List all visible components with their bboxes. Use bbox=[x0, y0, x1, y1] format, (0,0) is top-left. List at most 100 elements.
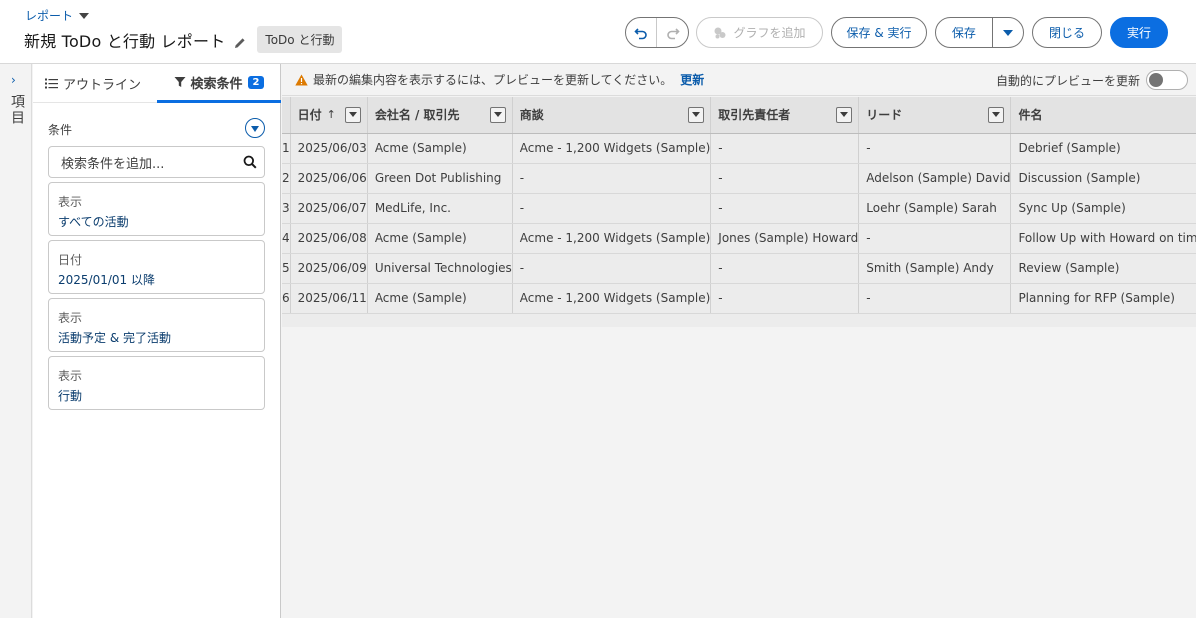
table-cell: Adelson (Sample) David bbox=[858, 163, 1012, 194]
filter-search-placeholder: 検索条件を追加... bbox=[61, 156, 165, 172]
save-button[interactable]: 保存 bbox=[936, 18, 993, 47]
report-preview: 最新の編集内容を表示するには、プレビューを更新してください。 更新 自動的にプレ… bbox=[282, 64, 1196, 618]
column-menu-button[interactable] bbox=[836, 106, 853, 123]
table-cell: 2025/06/11 bbox=[290, 283, 368, 314]
redo-icon bbox=[666, 27, 680, 39]
chevron-down-icon bbox=[348, 112, 357, 118]
chevron-down-icon bbox=[251, 126, 259, 132]
chevron-down-icon bbox=[493, 112, 502, 118]
table-cell: Discussion (Sample) bbox=[1010, 163, 1196, 194]
filter-card-value: 2025/01/01 以降 bbox=[58, 273, 155, 287]
column-menu-button[interactable] bbox=[688, 106, 705, 123]
fields-rail-label[interactable]: 項目 bbox=[7, 94, 27, 126]
redo-button[interactable] bbox=[657, 18, 688, 47]
table-cell: - bbox=[710, 193, 860, 224]
chevron-down-icon bbox=[840, 112, 849, 118]
panel-tabs: アウトライン 検索条件 2 bbox=[33, 64, 281, 103]
table-cell: - bbox=[858, 283, 1012, 314]
filter-card[interactable]: 日付 2025/01/01 以降 bbox=[48, 240, 265, 294]
tab-outline-label: アウトライン bbox=[63, 78, 142, 93]
table-cell: 2025/06/03 bbox=[290, 133, 368, 164]
column-header-contact[interactable]: 取引先責任者 bbox=[710, 97, 860, 134]
column-menu-button[interactable] bbox=[988, 106, 1005, 123]
notice-message: 最新の編集内容を表示するには、プレビューを更新してください。 bbox=[313, 73, 673, 87]
table-row[interactable]: 1 2025/06/03 Acme (Sample) Acme - 1,200 Wid… bbox=[282, 133, 1196, 164]
search-icon[interactable] bbox=[243, 155, 257, 169]
column-header-opportunity[interactable]: 商談 bbox=[512, 97, 712, 134]
chevron-down-icon bbox=[992, 112, 1001, 118]
filters-panel: アウトライン 検索条件 2 条件 検索条件を追加... 表示 すべての活動 日付… bbox=[33, 64, 281, 618]
column-header-label: 件名 bbox=[1018, 108, 1043, 123]
filter-card-key: 表示 bbox=[58, 369, 83, 383]
filter-card-key: 表示 bbox=[58, 195, 83, 209]
tab-outline[interactable]: アウトライン bbox=[45, 64, 157, 103]
auto-preview-toggle[interactable] bbox=[1146, 70, 1188, 90]
breadcrumb[interactable]: レポート bbox=[25, 7, 90, 24]
close-button[interactable]: 閉じる bbox=[1032, 17, 1102, 48]
column-header-date[interactable]: 日付 ↑ bbox=[290, 97, 368, 134]
table-cell: MedLife, Inc. bbox=[367, 193, 513, 224]
column-header-lead[interactable]: リード bbox=[858, 97, 1012, 134]
filter-search-input[interactable]: 検索条件を追加... bbox=[48, 146, 265, 178]
row-number: 3 bbox=[282, 193, 291, 224]
row-number-header bbox=[282, 97, 291, 134]
table-row[interactable]: 5 2025/06/09 Universal Technologies - - Smith… bbox=[282, 253, 1196, 284]
undo-button[interactable] bbox=[626, 18, 658, 47]
add-chart-button[interactable]: グラフを追加 bbox=[696, 17, 823, 48]
chevron-down-icon[interactable] bbox=[79, 12, 90, 19]
conditions-label: 条件 bbox=[48, 123, 73, 137]
table-cell: Universal Technologies bbox=[367, 253, 513, 284]
auto-preview-label: 自動的にプレビューを更新 bbox=[995, 74, 1140, 88]
sort-ascending-icon[interactable]: ↑ bbox=[327, 108, 336, 121]
row-number: 2 bbox=[282, 163, 291, 194]
filter-card[interactable]: 表示 活動予定 & 完了活動 bbox=[48, 298, 265, 352]
filter-icon bbox=[174, 77, 185, 87]
save-and-run-button[interactable]: 保存 & 実行 bbox=[831, 17, 927, 48]
table-row[interactable]: 6 2025/06/11 Acme (Sample) Acme - 1,200 Wid… bbox=[282, 283, 1196, 314]
column-header-label: 取引先責任者 bbox=[718, 108, 791, 123]
table-cell: Acme (Sample) bbox=[367, 283, 513, 314]
save-menu-button[interactable] bbox=[993, 18, 1023, 47]
table-row[interactable]: 2 2025/06/06 Green Dot Publishing - - Adelson… bbox=[282, 163, 1196, 194]
fields-rail[interactable]: › 項目 bbox=[0, 64, 32, 618]
table-cell: Green Dot Publishing bbox=[367, 163, 513, 194]
column-menu-button[interactable] bbox=[344, 106, 361, 123]
filter-card[interactable]: 表示 すべての活動 bbox=[48, 182, 265, 236]
row-number: 1 bbox=[282, 133, 291, 164]
chart-icon bbox=[714, 27, 726, 38]
row-number: 5 bbox=[282, 253, 291, 284]
table-cell: - bbox=[710, 253, 860, 284]
filter-card-value: すべての活動 bbox=[58, 215, 129, 229]
column-menu-button[interactable] bbox=[489, 106, 506, 123]
table-cell: Sync Up (Sample) bbox=[1010, 193, 1196, 224]
chevron-down-icon bbox=[692, 112, 701, 118]
table-cell: 2025/06/09 bbox=[290, 253, 368, 284]
table-cell: - bbox=[858, 223, 1012, 254]
column-header-label: 日付 bbox=[297, 108, 322, 123]
chevron-right-icon[interactable]: › bbox=[11, 73, 16, 87]
table-cell: Jones (Sample) Howard bbox=[710, 223, 860, 254]
table-cell: Acme (Sample) bbox=[367, 133, 513, 164]
table-row[interactable]: 4 2025/06/08 Acme (Sample) Acme - 1,200 Wid… bbox=[282, 223, 1196, 254]
pencil-icon[interactable] bbox=[234, 34, 246, 48]
run-button[interactable]: 実行 bbox=[1110, 17, 1168, 48]
column-header-subject[interactable]: 件名 bbox=[1010, 97, 1196, 134]
tab-filters[interactable]: 検索条件 2 bbox=[157, 64, 281, 103]
filter-card-value: 行動 bbox=[58, 389, 83, 403]
filter-card[interactable]: 表示 行動 bbox=[48, 356, 265, 410]
table-row[interactable]: 3 2025/06/07 MedLife, Inc. - - Loehr (Sample)… bbox=[282, 193, 1196, 224]
column-header-account[interactable]: 会社名 / 取引先 bbox=[367, 97, 513, 134]
table-cell: - bbox=[512, 193, 712, 224]
tab-filters-label: 検索条件 bbox=[190, 76, 243, 92]
data-table: 日付 ↑ 会社名 / 取引先 商談 取引先責任者 リード 件名 1 2025/0… bbox=[282, 97, 1196, 314]
table-cell: Acme - 1,200 Widgets (Sample) bbox=[512, 133, 712, 164]
table-cell: Acme - 1,200 Widgets (Sample) bbox=[512, 223, 712, 254]
filters-count-badge: 2 bbox=[247, 75, 265, 89]
update-preview-link[interactable]: 更新 bbox=[680, 71, 704, 88]
table-cell: 2025/06/08 bbox=[290, 223, 368, 254]
table-header-row: 日付 ↑ 会社名 / 取引先 商談 取引先責任者 リード 件名 bbox=[282, 97, 1196, 134]
report-grid: 日付 ↑ 会社名 / 取引先 商談 取引先責任者 リード 件名 1 2025/0… bbox=[282, 97, 1196, 327]
conditions-menu-button[interactable] bbox=[245, 118, 265, 138]
breadcrumb-label[interactable]: レポート bbox=[25, 7, 73, 24]
report-header: レポート 新規 ToDo と行動 レポート ToDo と行動 グラフを追加 保存… bbox=[0, 0, 1196, 64]
